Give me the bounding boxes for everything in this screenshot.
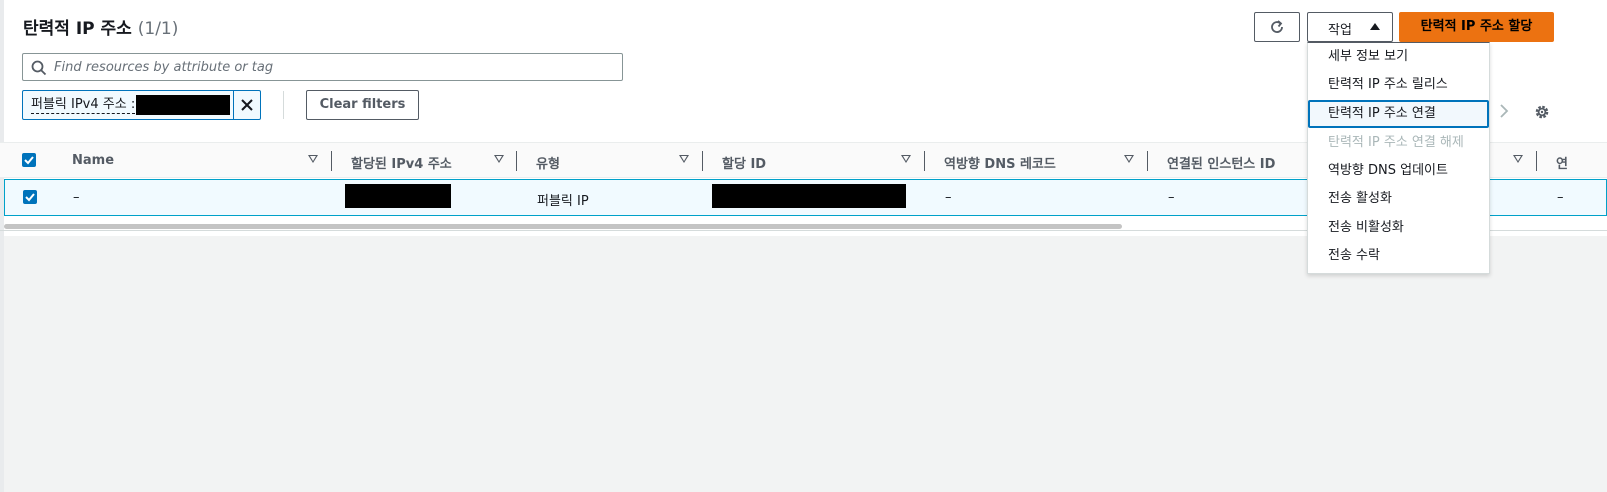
- column-resizer[interactable]: [516, 151, 517, 171]
- chevron-right-icon[interactable]: [1497, 104, 1511, 118]
- column-header-instance-id[interactable]: 연결된 인스턴스 ID: [1167, 153, 1275, 172]
- column-resizer[interactable]: [1147, 151, 1148, 171]
- column-header-type[interactable]: 유형: [536, 153, 560, 172]
- clear-filters-button[interactable]: Clear filters: [306, 90, 419, 120]
- sort-icon[interactable]: [494, 155, 504, 163]
- redacted-value: [136, 95, 230, 115]
- check-icon: [25, 193, 35, 202]
- allocate-elastic-ip-button[interactable]: 탄력적 IP 주소 할당: [1399, 12, 1554, 42]
- column-header-name[interactable]: Name: [72, 153, 114, 168]
- token-divider: [233, 91, 234, 119]
- column-resizer[interactable]: [331, 151, 332, 171]
- cell-name: –: [73, 190, 80, 205]
- menu-item-disable-transfer[interactable]: 전송 비활성화: [1308, 214, 1489, 242]
- search-icon: [31, 60, 47, 76]
- select-all-checkbox[interactable]: [22, 153, 36, 167]
- sort-icon[interactable]: [1513, 155, 1523, 163]
- actions-button[interactable]: 작업: [1307, 12, 1393, 42]
- column-resizer[interactable]: [1536, 151, 1537, 171]
- column-header-ipv4[interactable]: 할당된 IPv4 주소: [351, 153, 452, 172]
- menu-item-view-details[interactable]: 세부 정보 보기: [1308, 43, 1489, 71]
- column-resizer[interactable]: [924, 151, 925, 171]
- menu-item-release-address[interactable]: 탄력적 IP 주소 릴리스: [1308, 71, 1489, 99]
- caret-up-icon: [1370, 23, 1380, 30]
- check-icon: [24, 156, 34, 165]
- column-header-allocation-id[interactable]: 할당 ID: [722, 153, 766, 172]
- page-title: 탄력적 IP 주소 (1/1): [23, 14, 178, 39]
- horizontal-scrollbar[interactable]: [4, 224, 1122, 229]
- gear-icon[interactable]: [1533, 103, 1551, 121]
- sort-icon[interactable]: [679, 155, 689, 163]
- cell-truncated: –: [1557, 190, 1564, 205]
- sort-icon[interactable]: [308, 155, 318, 163]
- column-header-reverse-dns[interactable]: 역방향 DNS 레코드: [944, 153, 1056, 172]
- close-icon[interactable]: [237, 95, 257, 115]
- cell-reverse-dns: –: [945, 190, 952, 205]
- row-checkbox[interactable]: [23, 190, 37, 204]
- sort-icon[interactable]: [901, 155, 911, 163]
- filter-token[interactable]: 퍼블릭 IPv4 주소 :: [22, 90, 261, 120]
- search-placeholder: Find resources by attribute or tag: [54, 60, 274, 75]
- cell-allocation-id-redacted: [712, 184, 906, 208]
- menu-item-associate-address[interactable]: 탄력적 IP 주소 연결: [1308, 100, 1489, 128]
- menu-item-accept-transfer[interactable]: 전송 수락: [1308, 242, 1489, 270]
- sort-icon[interactable]: [1124, 155, 1134, 163]
- cell-ipv4-redacted: [345, 184, 451, 208]
- refresh-button[interactable]: [1254, 12, 1300, 42]
- column-header-truncated[interactable]: 연: [1556, 153, 1568, 172]
- refresh-icon: [1271, 20, 1283, 33]
- menu-item-enable-transfer[interactable]: 전송 활성화: [1308, 185, 1489, 213]
- menu-item-disassociate-address: 탄력적 IP 주소 연결 해제: [1328, 135, 1464, 150]
- selection-count: (1/1): [137, 19, 179, 39]
- menu-item-update-reverse-dns[interactable]: 역방향 DNS 업데이트: [1308, 157, 1489, 185]
- page-title-text: 탄력적 IP 주소: [23, 19, 132, 39]
- column-resizer[interactable]: [702, 151, 703, 171]
- filter-divider: [283, 91, 284, 119]
- cell-type: 퍼블릭 IP: [537, 194, 589, 209]
- actions-button-label: 작업: [1328, 23, 1352, 38]
- filter-token-label: 퍼블릭 IPv4 주소 :: [31, 97, 136, 114]
- actions-dropdown-menu: 세부 정보 보기 탄력적 IP 주소 릴리스 탄력적 IP 주소 연결 탄력적 …: [1307, 42, 1490, 274]
- cell-instance-id: –: [1168, 190, 1175, 205]
- left-edge: [0, 0, 4, 492]
- search-input[interactable]: Find resources by attribute or tag: [22, 53, 623, 81]
